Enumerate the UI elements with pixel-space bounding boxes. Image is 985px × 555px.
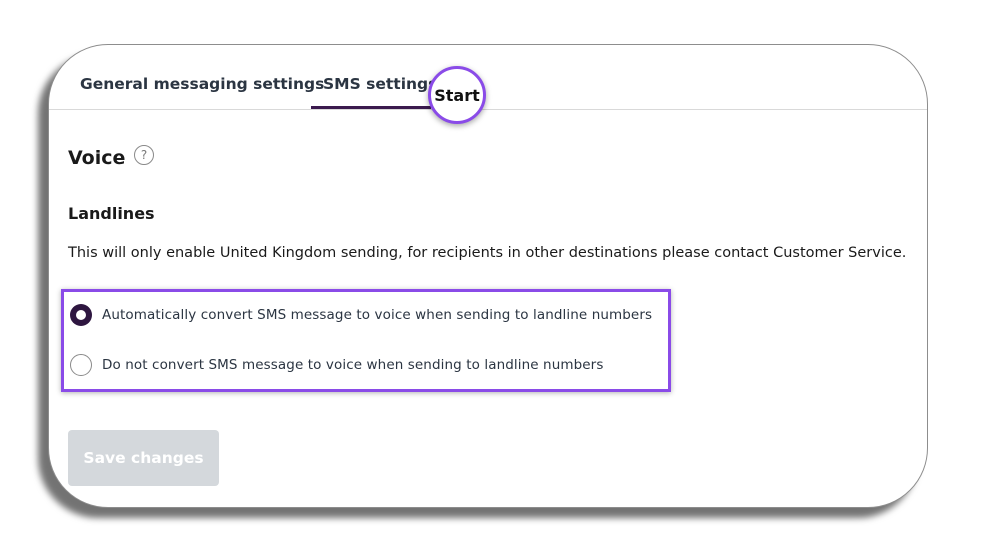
radio-option-do-not-convert[interactable]: Do not convert SMS message to voice when… bbox=[70, 353, 603, 377]
tab-sms-settings[interactable]: SMS settings bbox=[323, 75, 437, 93]
radio-label-do-not-convert: Do not convert SMS message to voice when… bbox=[102, 357, 604, 373]
radio-button-selected[interactable] bbox=[70, 304, 92, 326]
radio-button-unselected[interactable] bbox=[70, 354, 92, 376]
settings-panel: General messaging settings SMS settings … bbox=[48, 44, 928, 508]
radio-option-auto-convert[interactable]: Automatically convert SMS message to voi… bbox=[70, 303, 652, 327]
tab-general-messaging-settings[interactable]: General messaging settings bbox=[80, 75, 324, 93]
radio-group-highlight: Automatically convert SMS message to voi… bbox=[61, 289, 671, 392]
landlines-description: This will only enable United Kingdom sen… bbox=[68, 245, 907, 261]
active-tab-indicator bbox=[311, 106, 431, 109]
question-mark-circle-icon[interactable]: ? bbox=[134, 145, 154, 165]
section-title: Voice bbox=[68, 147, 126, 169]
tab-bar: General messaging settings SMS settings … bbox=[49, 45, 927, 124]
start-badge: Start bbox=[428, 66, 486, 124]
save-changes-button[interactable]: Save changes bbox=[68, 430, 219, 486]
radio-label-auto-convert: Automatically convert SMS message to voi… bbox=[102, 307, 653, 323]
landlines-heading: Landlines bbox=[68, 204, 155, 223]
